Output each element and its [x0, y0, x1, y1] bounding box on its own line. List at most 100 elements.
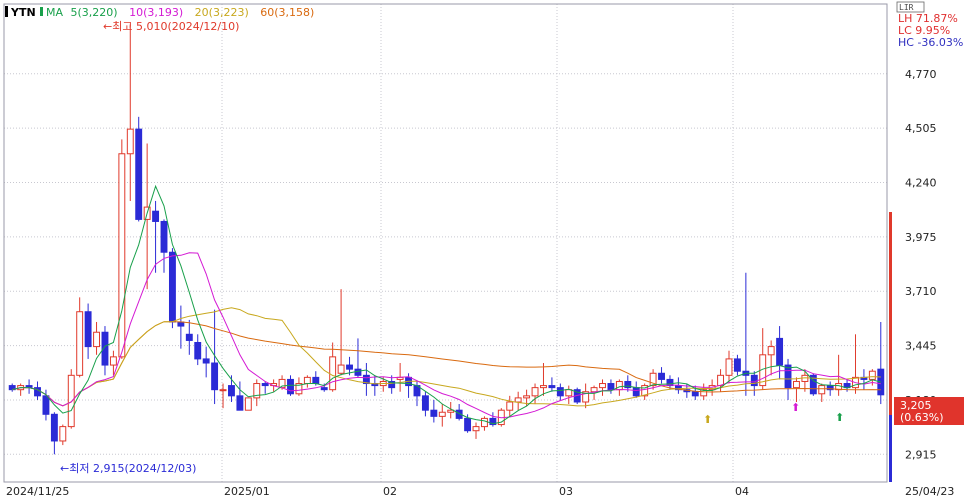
candle-body — [733, 358, 741, 372]
y-tick-label: 4,770 — [905, 68, 937, 81]
candle-body — [337, 364, 345, 374]
candle — [556, 383, 564, 400]
x-tick-label: 04 — [735, 485, 749, 498]
ma-legend: MA 5(3,220) 10(3,193) 20(3,223) 60(3,158… — [46, 6, 314, 19]
candle-body — [219, 389, 227, 392]
candle-body — [194, 341, 202, 360]
candle-body — [750, 374, 758, 387]
stock-chart[interactable]: 2,9153,1803,4453,7103,9754,2404,5054,770… — [0, 0, 966, 499]
candle-body — [599, 383, 606, 389]
candle — [253, 379, 261, 407]
y-tick-label: 2,915 — [905, 448, 937, 461]
candle — [177, 305, 185, 349]
candle-body — [261, 383, 269, 387]
ma-label: MA — [46, 6, 63, 19]
candle — [303, 375, 311, 388]
candle-body — [177, 321, 185, 327]
candle-body — [818, 385, 826, 395]
candle — [877, 321, 885, 405]
candle — [211, 309, 219, 405]
candle — [50, 412, 58, 455]
candle-body — [50, 413, 58, 442]
candle — [649, 369, 657, 390]
candle — [118, 139, 126, 359]
candle — [506, 395, 514, 417]
candle — [185, 319, 193, 355]
candle — [261, 381, 269, 394]
candle-body — [767, 346, 775, 356]
candle-body — [556, 387, 564, 397]
candle-body — [42, 395, 50, 415]
candle-body — [725, 358, 733, 376]
candle — [759, 328, 767, 390]
candle — [337, 289, 345, 376]
y-tick-label: 4,240 — [905, 176, 937, 189]
grid-lines — [3, 4, 887, 482]
candle-body — [421, 395, 429, 411]
candle — [658, 367, 665, 384]
up-arrow-icon: ⬆ — [791, 401, 800, 414]
candle — [421, 391, 429, 417]
gain-range-bar — [889, 212, 892, 415]
candle-body — [287, 378, 294, 395]
candle-body — [354, 368, 362, 376]
candle-body — [118, 153, 126, 358]
candle — [632, 381, 640, 398]
lir-toggle[interactable]: LIR — [896, 1, 925, 13]
candle — [540, 363, 547, 396]
candle-body — [548, 385, 556, 389]
candle-body — [691, 391, 699, 397]
candle-body — [590, 387, 598, 393]
chart-legend: YTN MA 5(3,220) 10(3,193) 20(3,223) 60(3… — [5, 6, 314, 19]
candle-body — [793, 380, 800, 389]
up-arrow-icon: ⬆ — [835, 411, 844, 424]
candle-body — [329, 356, 337, 391]
y-tick-label: 3,975 — [905, 231, 937, 244]
candle — [548, 377, 556, 392]
candle-body — [523, 395, 531, 399]
ma-5-label: 5(3,220) — [71, 6, 118, 19]
candle-body — [540, 385, 547, 389]
candle-body — [658, 372, 665, 380]
candle — [607, 379, 615, 394]
ma-20-label: 20(3,223) — [195, 6, 249, 19]
ma-60-label: 60(3,158) — [260, 6, 314, 19]
candle-body — [160, 220, 168, 253]
candle — [793, 377, 800, 402]
candle-body — [438, 411, 446, 417]
x-tick-label: 25/04/23 — [905, 485, 954, 498]
candle — [733, 354, 741, 376]
candle-body — [236, 395, 244, 411]
candle-body — [607, 383, 615, 391]
y-tick-label: 3,445 — [905, 340, 937, 353]
candle — [236, 381, 244, 411]
candle-body — [67, 374, 75, 428]
candle-body — [152, 210, 160, 222]
candle-body — [126, 128, 134, 155]
candle — [84, 303, 92, 359]
legend-marker — [5, 6, 8, 17]
candle — [101, 326, 109, 376]
candle — [126, 24, 134, 201]
candle — [202, 346, 210, 378]
candle-body — [531, 387, 539, 397]
candle-body — [784, 364, 792, 389]
ma-10-label: 10(3,193) — [129, 6, 183, 19]
symbol-label[interactable]: YTN — [10, 6, 36, 19]
candle — [430, 399, 438, 423]
candle — [641, 383, 649, 400]
x-axis: 2024/11/25 2025/01 02 03 04 25/04/23 — [6, 485, 954, 498]
candle — [59, 424, 67, 446]
candle — [244, 397, 252, 411]
candle-body — [312, 376, 320, 385]
plot-border — [3, 3, 888, 483]
candle-body — [776, 337, 784, 366]
candle-body — [76, 311, 84, 376]
candle — [472, 422, 480, 439]
candle-body — [135, 128, 143, 220]
candle — [599, 379, 606, 396]
candle-body — [84, 311, 92, 348]
loss-range-bar — [889, 415, 892, 482]
candle — [565, 385, 573, 405]
x-tick-label: 02 — [383, 485, 397, 498]
